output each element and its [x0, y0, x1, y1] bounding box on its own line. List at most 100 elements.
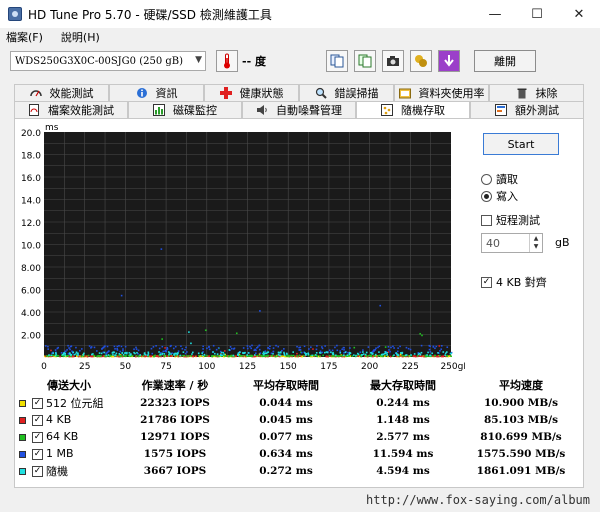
- data-point: [177, 352, 179, 354]
- tab-error-scan[interactable]: 錯誤掃描: [299, 84, 394, 101]
- data-point: [155, 344, 157, 347]
- data-point: [208, 348, 211, 351]
- random-access-icon: [381, 104, 393, 116]
- copy-info-button[interactable]: [326, 50, 348, 72]
- short-test-label: 短程測試: [496, 214, 540, 227]
- data-point: [54, 349, 57, 351]
- data-point: [346, 354, 349, 356]
- read-radio[interactable]: [481, 173, 492, 185]
- options-button[interactable]: [410, 50, 432, 72]
- short-test-option[interactable]: 短程測試: [481, 212, 540, 228]
- size-stepper[interactable]: 40 ▲ ▼: [481, 233, 543, 253]
- close-button[interactable]: ✕: [558, 0, 600, 28]
- data-point: [180, 345, 182, 347]
- data-point: [351, 355, 354, 357]
- write-option[interactable]: 寫入: [481, 188, 518, 204]
- data-point: [267, 351, 270, 353]
- data-point: [72, 351, 75, 354]
- tab-folder-usage[interactable]: 資料夾使用率: [394, 84, 489, 101]
- align-checkbox[interactable]: ✓: [481, 276, 492, 288]
- data-point: [417, 351, 420, 354]
- data-point: [166, 346, 169, 349]
- series-checkbox[interactable]: ✓: [32, 398, 43, 409]
- tab-file-benchmark[interactable]: 檔案效能測試: [14, 101, 128, 118]
- data-point: [303, 345, 306, 348]
- data-point: [321, 346, 323, 348]
- copy-results-button[interactable]: [354, 50, 376, 72]
- chevron-up-icon[interactable]: ▲: [534, 235, 539, 243]
- tab-row-top: 效能測試 資訊 健康狀態 錯誤掃描 資料夾使用率 抹除: [14, 84, 584, 101]
- menu-help[interactable]: 說明(H): [61, 29, 100, 45]
- data-point: [364, 353, 367, 356]
- data-point: [315, 351, 318, 354]
- table-row: ✓ 隨機 3667 IOPS 0.272 ms 4.594 ms 1861.091 MB/…: [17, 462, 579, 479]
- thermometer-button[interactable]: [216, 50, 238, 72]
- gauge-icon: [29, 90, 42, 97]
- speaker-icon: [257, 105, 267, 115]
- data-point: [285, 355, 288, 357]
- data-point: [224, 350, 226, 352]
- stepper-buttons[interactable]: ▲ ▼: [529, 234, 542, 252]
- align-option[interactable]: ✓ 4 KB 對齊: [481, 274, 547, 290]
- magnifier-icon: [315, 87, 327, 99]
- tab-info[interactable]: 資訊: [109, 84, 204, 101]
- data-point: [44, 345, 47, 347]
- data-point: [129, 354, 131, 356]
- tab-erase[interactable]: 抹除: [489, 84, 584, 101]
- drive-select[interactable]: WDS250G3X0C-00SJG0 (250 gB) ▼: [10, 51, 206, 71]
- screenshot-button[interactable]: [382, 50, 404, 72]
- download-button[interactable]: [438, 50, 460, 72]
- data-point: [440, 348, 443, 350]
- exit-button[interactable]: 離開: [474, 50, 536, 72]
- series-color-swatch: [19, 468, 26, 475]
- chevron-down-icon[interactable]: ▼: [534, 243, 539, 251]
- data-point: [276, 355, 279, 358]
- data-point: [258, 348, 261, 351]
- data-point: [434, 347, 436, 350]
- read-option[interactable]: 讀取: [481, 171, 518, 187]
- data-point: [322, 354, 324, 357]
- minimize-button[interactable]: —: [474, 0, 516, 28]
- series-checkbox[interactable]: ✓: [32, 448, 43, 460]
- short-test-checkbox[interactable]: [481, 214, 492, 226]
- tab-benchmark[interactable]: 效能測試: [14, 84, 109, 101]
- data-point: [237, 353, 239, 356]
- data-point: [161, 338, 163, 340]
- data-point: [66, 355, 68, 357]
- data-point: [314, 354, 317, 356]
- data-point: [253, 354, 256, 356]
- data-point: [444, 354, 446, 357]
- data-point: [438, 345, 441, 347]
- data-point: [100, 352, 103, 355]
- data-point: [79, 349, 81, 352]
- menu-file[interactable]: 檔案(F): [6, 29, 43, 45]
- data-point: [298, 346, 300, 349]
- watermark-text: http://www.fox-saying.com/album: [366, 493, 590, 507]
- tab-disk-monitor[interactable]: 磁碟監控: [128, 101, 242, 118]
- data-point: [251, 354, 253, 357]
- results-header-row: 傳送大小 作業速率 / 秒 平均存取時間 最大存取時間 平均速度: [17, 376, 579, 394]
- extra-tests-icon: [495, 104, 507, 116]
- write-radio[interactable]: [481, 190, 492, 202]
- data-point: [108, 350, 110, 352]
- series-name: 1 MB: [46, 447, 74, 460]
- data-point: [106, 345, 109, 348]
- arrow-down-icon: [444, 55, 454, 67]
- tab-extra-tests[interactable]: 額外測試: [470, 101, 584, 118]
- series-checkbox[interactable]: ✓: [32, 466, 43, 477]
- data-point: [365, 351, 368, 354]
- data-point: [174, 352, 176, 355]
- data-point: [384, 351, 386, 353]
- data-point: [419, 355, 422, 357]
- tab-health[interactable]: 健康狀態: [204, 84, 299, 101]
- start-button[interactable]: Start: [483, 133, 559, 155]
- series-checkbox[interactable]: ✓: [32, 414, 43, 426]
- data-point: [300, 351, 303, 354]
- data-point: [208, 345, 210, 348]
- maximize-button[interactable]: ☐: [516, 0, 558, 28]
- tab-random-access[interactable]: 隨機存取: [356, 101, 470, 118]
- data-point: [118, 354, 120, 357]
- tab-noise-management[interactable]: 自動噪聲管理: [242, 101, 356, 118]
- data-point: [334, 354, 337, 357]
- series-checkbox[interactable]: ✓: [32, 431, 43, 443]
